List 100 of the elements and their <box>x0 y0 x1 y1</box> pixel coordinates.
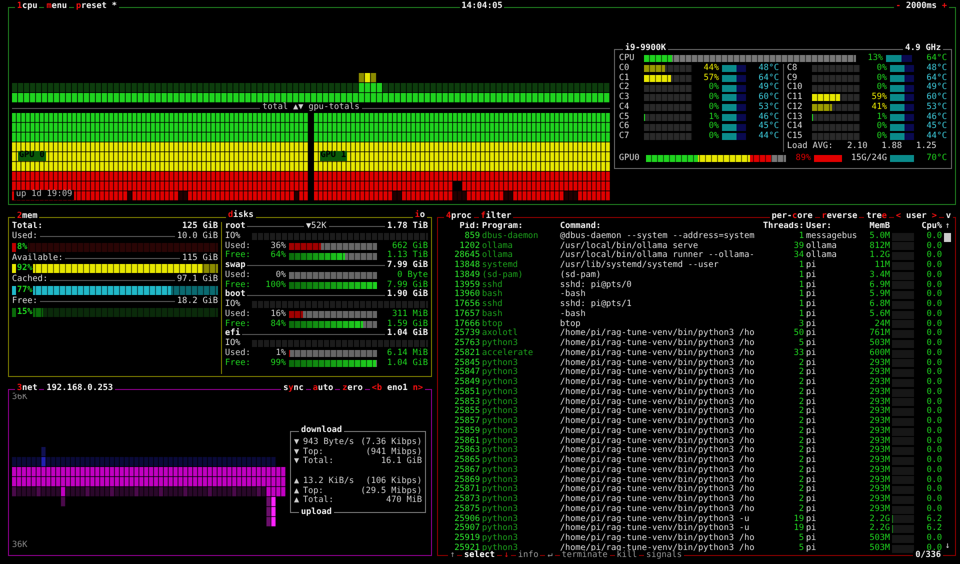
core-temperature: 48°C <box>926 64 947 74</box>
threads-header[interactable]: Threads: <box>760 222 804 232</box>
load-average: 1.25 <box>916 142 937 152</box>
pid-cell-text: 25919 <box>453 534 480 544</box>
memory-header[interactable]: MemB <box>860 222 890 232</box>
disk-name: swap <box>225 261 246 270</box>
command-header[interactable]: Command: <box>560 222 758 232</box>
action-button[interactable]: signals <box>644 551 684 561</box>
core-percent: 0% <box>876 64 887 74</box>
memory-cell-text: 293M <box>868 368 890 378</box>
core-percent: 0% <box>876 83 887 92</box>
stat-value: (941 Mibps) <box>366 448 422 457</box>
cpu-cell-text: 0.0 <box>926 280 942 290</box>
pid-cell-text: 25857 <box>453 417 480 426</box>
command-cell-text: sshd: pi@pts/1 <box>560 300 633 310</box>
disk-total: 1.90 GiB <box>387 290 428 300</box>
memory-cell-text: 5.6M <box>868 310 890 320</box>
core-temperature: 48°C <box>758 64 779 74</box>
disk-usage-label: Free: <box>225 320 252 328</box>
scroll-down-arrow[interactable]: ↓ <box>944 542 950 552</box>
disk-name: boot <box>225 290 246 300</box>
program-cell-text: python3 <box>482 436 519 446</box>
program-cell-text: python3 <box>482 524 519 534</box>
cpu-cell-text: 0.0 <box>926 329 942 338</box>
temperature-graph <box>722 114 746 121</box>
core-temperature: 49°C <box>926 83 947 92</box>
temperature-graph <box>722 74 746 82</box>
user-cell-text: pi <box>806 495 818 504</box>
stat-label: Total: <box>303 496 335 506</box>
disk-value: 1.04 GiB <box>386 358 428 368</box>
threads-cell-text: 2 <box>798 476 804 484</box>
memory-cell-text: 6.9M <box>868 280 890 290</box>
cpu-cell-text: 0.0 <box>926 378 942 388</box>
memory-value: 10.0 GiB <box>177 232 218 242</box>
total-label: Total: <box>12 222 43 232</box>
menu-tab[interactable]: preset * <box>74 2 119 12</box>
memory-label: Used: <box>12 232 38 242</box>
net-tab[interactable]: 3net <box>15 384 40 394</box>
pid-cell-text: 25869 <box>453 476 480 484</box>
pid-header[interactable]: Pid: <box>440 222 480 232</box>
core-load-bar <box>644 74 692 82</box>
cpu-cell-text: 0.0 <box>926 534 942 544</box>
memory-cell-text: 600M <box>868 348 890 358</box>
net-option[interactable]: sync <box>281 384 306 394</box>
threads-cell-text: 5 <box>798 339 804 348</box>
disk-percent: 64% <box>270 251 286 261</box>
proc-option[interactable]: per-core <box>770 212 815 222</box>
sort-selector[interactable]: < user > <box>894 212 939 222</box>
pid-cell-text: 25739 <box>453 329 480 338</box>
program-cell-text: python3 <box>482 456 519 466</box>
disk-percent: 84% <box>270 320 286 330</box>
pid-cell-text: 28645 <box>453 251 480 260</box>
proc-tab[interactable]: 4proc <box>444 212 474 222</box>
memory-value: 115 GiB <box>182 254 218 264</box>
stat-label: Top: <box>303 448 324 457</box>
user-header[interactable]: User: <box>806 222 858 232</box>
disk-usage-label: Free: <box>225 251 252 261</box>
temperature-graph <box>890 124 914 131</box>
mem-tab[interactable]: 2mem <box>15 212 40 222</box>
command-cell-text: /home/pi/rag-tune-venv/bin/python3 /ho <box>560 426 756 436</box>
pid-cell-text: 25867 <box>453 466 480 476</box>
program-header[interactable]: Program: <box>482 222 558 232</box>
memory-cell-text: 293M <box>868 388 890 398</box>
cpu-cell-text: 0.0 <box>926 368 942 378</box>
cpu-cell-text: 0.0 <box>926 232 942 242</box>
memory-cell-text: 812M <box>868 242 890 250</box>
pid-cell-text: 25763 <box>453 339 480 348</box>
command-cell-text: /home/pi/rag-tune-venv/bin/python3 /ho <box>560 329 756 338</box>
program-cell-text: dbus-daemon <box>482 232 540 242</box>
command-cell-text: /home/pi/rag-tune-venv/bin/python3 /ho <box>560 348 756 358</box>
core-label: C4 <box>619 102 630 112</box>
cpu-meter <box>892 525 914 534</box>
disk-name: efi <box>225 329 240 338</box>
cpu-temperature: 64°C <box>926 54 947 64</box>
program-cell-text: axolotl <box>482 329 519 338</box>
io-toggle[interactable]: io <box>412 211 427 221</box>
temperature-graph <box>890 84 914 92</box>
core-percent: 0% <box>708 93 719 102</box>
command-cell-text: btop <box>560 320 580 328</box>
pid-cell-text: 25845 <box>453 358 480 368</box>
disks-tab[interactable]: disks <box>226 211 256 221</box>
menu-tab[interactable]: 1cpu <box>15 2 40 12</box>
io-rate: ▼52K <box>306 222 327 232</box>
command-cell-text: /home/pi/rag-tune-venv/bin/python3 /ho <box>560 388 756 398</box>
memory-cell-text: 293M <box>868 446 890 456</box>
disk-percent: 99% <box>270 358 286 368</box>
scrollbar-thumb[interactable] <box>944 232 951 242</box>
threads-cell-text: 2 <box>798 407 804 416</box>
core-temperature: 49°C <box>758 83 779 92</box>
arrow-icon: ▲ <box>294 496 303 506</box>
command-cell-text: /home/pi/rag-tune-venv/bin/python3 -u <box>560 524 750 534</box>
gpu-label: GPU 1 <box>320 151 348 161</box>
filter-button[interactable]: filter <box>478 212 514 222</box>
proc-option[interactable]: tree <box>864 212 889 222</box>
command-cell-text: /home/pi/rag-tune-venv/bin/python3 /ho <box>560 368 756 378</box>
temperature-graph <box>890 114 914 121</box>
disk-value: 6.14 MiB <box>386 348 428 358</box>
cpu-header[interactable]: Cpu% <box>916 222 942 232</box>
core-label: C0 <box>619 64 630 74</box>
scroll-up-arrow[interactable]: ↑ <box>944 222 950 232</box>
